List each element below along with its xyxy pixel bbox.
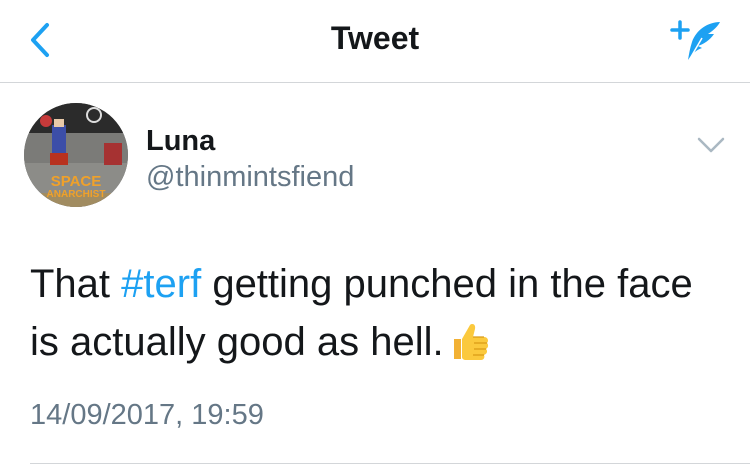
hashtag-link[interactable]: #terf bbox=[121, 262, 201, 306]
divider bbox=[30, 463, 750, 464]
author-handle[interactable]: @thinmintsfiend bbox=[146, 161, 354, 194]
compose-tweet-icon bbox=[670, 20, 720, 63]
tweet-menu-button[interactable] bbox=[694, 133, 728, 157]
author-name[interactable]: Luna bbox=[146, 125, 215, 158]
compose-tweet-button[interactable] bbox=[668, 16, 724, 66]
page-title: Tweet bbox=[330, 20, 420, 56]
chevron-down-icon bbox=[697, 137, 725, 153]
avatar-caption-line-1: SPACE bbox=[50, 173, 102, 190]
avatar-caption-line-2: ANARCHIST bbox=[46, 189, 106, 200]
tweet-timestamp: 14/09/2017, 19:59 bbox=[30, 399, 264, 431]
avatar-caption: SPACE ANARCHIST bbox=[24, 173, 128, 201]
tweet-text-before: That bbox=[30, 262, 122, 306]
avatar[interactable]: SPACE ANARCHIST bbox=[24, 103, 128, 207]
tweet-text: That #terf getting punched in the face i… bbox=[30, 255, 730, 379]
thumbs-up-icon bbox=[448, 319, 492, 379]
tweet-detail: SPACE ANARCHIST Luna @thinmintsfiend Tha… bbox=[0, 83, 750, 468]
navigation-bar: Tweet bbox=[0, 0, 750, 83]
